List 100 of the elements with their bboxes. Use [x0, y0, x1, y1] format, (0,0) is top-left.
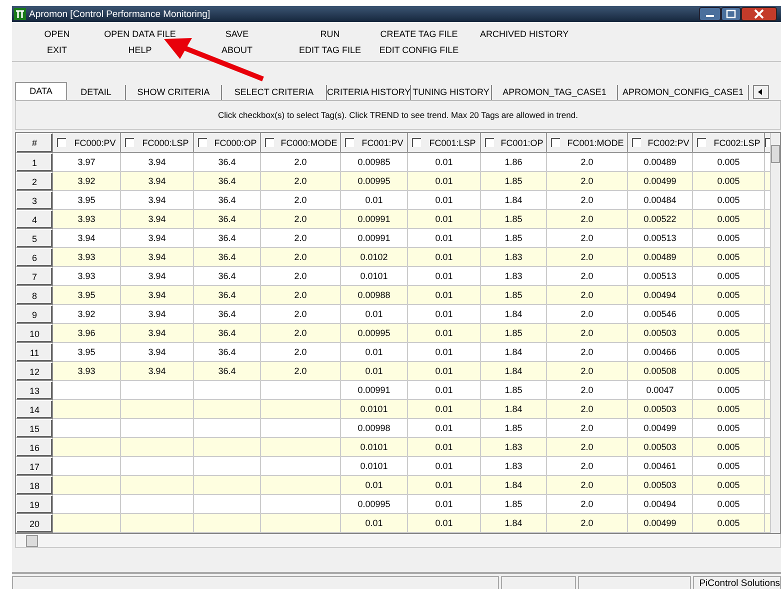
- vertical-scrollbar[interactable]: [770, 133, 780, 533]
- table-cell: 3.93: [53, 248, 121, 267]
- table-cell: 3.94: [121, 324, 194, 343]
- table-cell: 0.00991: [341, 210, 408, 229]
- table-cell: 0.01: [408, 400, 481, 419]
- table-cell: 0.01: [408, 286, 481, 305]
- checkbox[interactable]: [485, 138, 494, 147]
- menu-item[interactable]: SAVE: [225, 29, 249, 39]
- table-cell: 0.01: [408, 172, 481, 191]
- row-number: 2: [16, 172, 53, 191]
- table-cell: 0.005: [693, 248, 765, 267]
- horizontal-scrollbar[interactable]: [15, 534, 781, 548]
- checkbox[interactable]: [632, 138, 641, 147]
- table-cell: 2.0: [547, 514, 628, 533]
- row-number: 5: [16, 229, 53, 248]
- menu-item[interactable]: ARCHIVED HISTORY: [480, 29, 569, 39]
- column-header[interactable]: FC002:LSP: [693, 133, 765, 153]
- table-cell: 0.01: [408, 248, 481, 267]
- close-icon[interactable]: [741, 7, 777, 21]
- minimize-icon[interactable]: [699, 7, 721, 21]
- column-header[interactable]: FC001:LSP: [408, 133, 481, 153]
- menu-item[interactable]: ABOUT: [221, 45, 252, 55]
- column-header[interactable]: FC000:OP: [194, 133, 261, 153]
- app-logo-icon: [14, 8, 26, 20]
- scroll-left-icon[interactable]: [753, 85, 769, 99]
- tab[interactable]: APROMON_CONFIG_CASE1: [618, 85, 749, 100]
- column-header[interactable]: FC000:LSP: [121, 133, 194, 153]
- table-cell: 0.00522: [628, 210, 693, 229]
- hint-text: Click checkbox(s) to select Tag(s). Click TREND to see trend. Max 20 Tags are allowed in trend.: [218, 110, 578, 120]
- table-cell: 0.00503: [628, 476, 693, 495]
- tab[interactable]: TUNING HISTORY: [411, 85, 492, 100]
- table-cell: 36.4: [194, 172, 261, 191]
- checkbox[interactable]: [345, 138, 354, 147]
- table-cell: 0.005: [693, 514, 765, 533]
- table-cell: 3.94: [121, 172, 194, 191]
- table-cell: 2.0: [547, 324, 628, 343]
- column-header[interactable]: FC001:PV: [341, 133, 408, 153]
- table-cell: 2.0: [547, 476, 628, 495]
- column-header[interactable]: FC002:PV: [628, 133, 693, 153]
- table-cell: 3.94: [121, 248, 194, 267]
- checkbox[interactable]: [57, 138, 66, 147]
- column-header[interactable]: FC001:OP: [481, 133, 547, 153]
- row-number: 7: [16, 267, 53, 286]
- row-number: 4: [16, 210, 53, 229]
- table-cell: 0.0101: [341, 400, 408, 419]
- column-header: #: [16, 133, 53, 153]
- tab[interactable]: DATA: [15, 82, 67, 100]
- checkbox[interactable]: [125, 138, 134, 147]
- table-cell: 2.0: [261, 210, 341, 229]
- table-cell: 1.85: [481, 324, 547, 343]
- table-cell: 0.005: [693, 476, 765, 495]
- menu-item[interactable]: CREATE TAG FILE: [380, 29, 458, 39]
- column-header[interactable]: FC000:MODE: [261, 133, 341, 153]
- checkbox[interactable]: [551, 138, 560, 147]
- table-cell: 0.00995: [341, 324, 408, 343]
- table-cell: 0.0101: [341, 438, 408, 457]
- table-cell: 0.00503: [628, 438, 693, 457]
- row-number: 14: [16, 400, 53, 419]
- row-number: 3: [16, 191, 53, 210]
- menu-item[interactable]: OPEN DATA FILE: [104, 29, 176, 39]
- table-cell: 0.00499: [628, 514, 693, 533]
- status-text: PiControl Solutions: [693, 576, 781, 589]
- column-header[interactable]: FC001:MODE: [547, 133, 628, 153]
- tab[interactable]: DETAIL: [67, 85, 126, 100]
- row-number: 15: [16, 419, 53, 438]
- table-cell: 2.0: [261, 248, 341, 267]
- row-number: 9: [16, 305, 53, 324]
- checkbox[interactable]: [198, 138, 207, 147]
- menu-item[interactable]: EDIT CONFIG FILE: [379, 45, 459, 55]
- column-header[interactable]: FC000:PV: [53, 133, 121, 153]
- tab[interactable]: CRITERIA HISTORY: [327, 85, 411, 100]
- table-cell: 1.84: [481, 400, 547, 419]
- menu-item[interactable]: RUN: [320, 29, 340, 39]
- tab[interactable]: APROMON_TAG_CASE1: [492, 85, 618, 100]
- tab[interactable]: SHOW CRITERIA: [126, 85, 222, 100]
- table-cell: 2.0: [547, 438, 628, 457]
- checkbox[interactable]: [697, 138, 706, 147]
- menu-item[interactable]: EDIT TAG FILE: [298, 45, 361, 55]
- table-cell: 1.85: [481, 286, 547, 305]
- checkbox[interactable]: [265, 138, 274, 147]
- table-cell: 0.00503: [628, 324, 693, 343]
- checkbox[interactable]: [412, 138, 421, 147]
- table-cell: 0.005: [693, 362, 765, 381]
- window-title: Apromon [Control Performance Monitoring]: [29, 8, 210, 20]
- table-cell: 3.96: [53, 324, 121, 343]
- menu-item[interactable]: OPEN: [44, 29, 70, 39]
- table-cell: 3.93: [53, 362, 121, 381]
- table-cell: 0.00995: [341, 172, 408, 191]
- table-cell: 1.84: [481, 476, 547, 495]
- table-cell: 2.0: [261, 172, 341, 191]
- checkbox[interactable]: [765, 138, 770, 147]
- menu-item[interactable]: EXIT: [46, 45, 67, 55]
- tab[interactable]: SELECT CRITERIA: [222, 85, 327, 100]
- table-cell: 0.01: [408, 514, 481, 533]
- menu-item[interactable]: HELP: [128, 45, 152, 55]
- table-cell: 2.0: [547, 210, 628, 229]
- table-cell: 3.94: [121, 210, 194, 229]
- table-cell: 0.00489: [628, 248, 693, 267]
- maximize-icon[interactable]: [721, 7, 741, 21]
- table-cell: 0.00503: [628, 400, 693, 419]
